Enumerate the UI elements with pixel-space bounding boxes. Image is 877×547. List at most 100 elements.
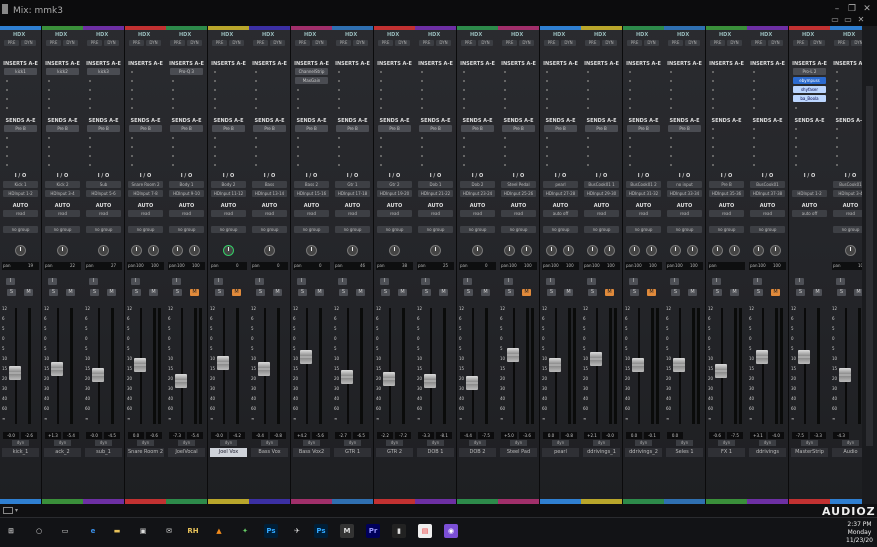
pre-button[interactable]: PRE — [461, 40, 476, 46]
dyn-toggle[interactable]: dyn — [344, 440, 361, 446]
insert-empty-slot[interactable] — [587, 80, 589, 82]
solo-button[interactable]: S — [7, 289, 16, 296]
automation-mode-selector[interactable]: read — [750, 210, 785, 217]
insert-empty-slot[interactable] — [338, 107, 340, 109]
group-selector[interactable]: no group — [45, 226, 80, 233]
pan-knob-right[interactable] — [687, 245, 698, 256]
dyn-toggle[interactable]: dyn — [427, 440, 444, 446]
insert-empty-slot[interactable] — [795, 107, 797, 109]
insert-slot[interactable]: shyfaser — [793, 86, 826, 93]
input-selector[interactable]: BusCook01 1 — [584, 181, 619, 188]
mute-button[interactable]: M — [190, 289, 199, 296]
pre-button[interactable]: PRE — [544, 40, 559, 46]
insert-empty-slot[interactable] — [89, 98, 91, 100]
dyn-button[interactable]: DYN — [727, 40, 742, 46]
taskbar-clock[interactable]: 2:37 PM Monday 11/23/20 — [842, 521, 877, 545]
insert-slot[interactable]: MaxGain — [295, 77, 328, 84]
volume-fader[interactable] — [549, 358, 561, 372]
dyn-button[interactable]: DYN — [644, 40, 659, 46]
send-empty-slot[interactable] — [214, 137, 216, 139]
track-name[interactable]: Joel Vox — [210, 448, 247, 457]
send-empty-slot[interactable] — [546, 164, 548, 166]
pan-knob[interactable] — [472, 245, 483, 256]
send-empty-slot[interactable] — [48, 137, 50, 139]
dyn-toggle[interactable]: dyn — [718, 440, 735, 446]
send-empty-slot[interactable] — [463, 155, 465, 157]
input-monitor-button[interactable]: I — [463, 278, 472, 285]
send-empty-slot[interactable] — [546, 137, 548, 139]
pre-button[interactable]: PRE — [834, 40, 849, 46]
output-selector[interactable]: HDInput 21-22 — [418, 190, 453, 197]
mute-button[interactable]: M — [522, 289, 531, 296]
send-empty-slot[interactable] — [629, 155, 631, 157]
group-selector[interactable]: no group — [252, 226, 287, 233]
pan-knob-right[interactable] — [770, 245, 781, 256]
insert-empty-slot[interactable] — [338, 98, 340, 100]
insert-empty-slot[interactable] — [6, 80, 8, 82]
output-selector[interactable]: HDInput 25-26 — [501, 190, 536, 197]
mute-button[interactable]: M — [813, 289, 822, 296]
rh-icon[interactable]: RH — [186, 524, 200, 538]
insert-empty-slot[interactable] — [546, 80, 548, 82]
automation-mode-selector[interactable]: read — [128, 210, 163, 217]
solo-button[interactable]: S — [713, 289, 722, 296]
mute-button[interactable]: M — [356, 289, 365, 296]
send-slot[interactable]: Pre B — [212, 125, 245, 132]
mute-button[interactable]: M — [439, 289, 448, 296]
volume-readout[interactable]: -0.6 — [709, 432, 725, 439]
insert-empty-slot[interactable] — [421, 80, 423, 82]
track-name[interactable]: ddrivings_2 — [625, 448, 662, 457]
input-selector[interactable]: Bass 2 — [294, 181, 329, 188]
insert-empty-slot[interactable] — [380, 107, 382, 109]
mute-button[interactable]: M — [149, 289, 158, 296]
send-empty-slot[interactable] — [338, 146, 340, 148]
photoshop-icon[interactable]: Ps — [264, 524, 278, 538]
insert-empty-slot[interactable] — [214, 107, 216, 109]
dyn-toggle[interactable]: dyn — [261, 440, 278, 446]
insert-empty-slot[interactable] — [214, 71, 216, 73]
track-name[interactable]: kick_1 — [2, 448, 39, 457]
volume-fader[interactable] — [300, 350, 312, 364]
insert-empty-slot[interactable] — [504, 98, 506, 100]
input-monitor-button[interactable]: I — [421, 278, 430, 285]
dyn-button[interactable]: DYN — [312, 40, 327, 46]
solo-button[interactable]: S — [837, 289, 846, 296]
insert-empty-slot[interactable] — [6, 107, 8, 109]
send-empty-slot[interactable] — [463, 137, 465, 139]
send-empty-slot[interactable] — [463, 146, 465, 148]
pan-knob-right[interactable] — [563, 245, 574, 256]
input-selector[interactable]: Gtr 2 — [377, 181, 412, 188]
insert-empty-slot[interactable] — [131, 107, 133, 109]
solo-button[interactable]: S — [630, 289, 639, 296]
taskview-icon[interactable]: ▭ — [58, 524, 72, 538]
insert-empty-slot[interactable] — [712, 89, 714, 91]
pre-button[interactable]: PRE — [668, 40, 683, 46]
input-monitor-button[interactable]: I — [712, 278, 721, 285]
track-name[interactable]: DOB 2 — [459, 448, 496, 457]
send-empty-slot[interactable] — [421, 155, 423, 157]
store-icon[interactable]: ▣ — [136, 524, 150, 538]
send-empty-slot[interactable] — [89, 137, 91, 139]
output-selector[interactable]: HDInput 11-12 — [211, 190, 246, 197]
solo-button[interactable]: S — [90, 289, 99, 296]
automation-mode-selector[interactable]: read — [709, 210, 744, 217]
output-selector[interactable]: HDInput 1-2 — [3, 190, 38, 197]
insert-empty-slot[interactable] — [131, 89, 133, 91]
send-empty-slot[interactable] — [89, 164, 91, 166]
input-selector[interactable]: BusCook01 2 — [626, 181, 661, 188]
group-selector[interactable]: no group — [709, 226, 744, 233]
insert-empty-slot[interactable] — [670, 71, 672, 73]
send-empty-slot[interactable] — [6, 137, 8, 139]
pre-button[interactable]: PRE — [378, 40, 393, 46]
input-selector[interactable]: Snare Room 2 — [128, 181, 163, 188]
send-slot[interactable]: Pre B — [4, 125, 37, 132]
output-selector[interactable]: HDInput 23-24 — [460, 190, 495, 197]
track-name[interactable]: Bass Vox — [251, 448, 288, 457]
volume-fader[interactable] — [258, 362, 270, 376]
pan-knob-left[interactable] — [504, 245, 515, 256]
send-empty-slot[interactable] — [421, 164, 423, 166]
input-monitor-button[interactable]: I — [6, 278, 15, 285]
track-name[interactable]: GTR 1 — [334, 448, 371, 457]
send-empty-slot[interactable] — [6, 146, 8, 148]
insert-slot[interactable]: kick2 — [46, 68, 79, 75]
